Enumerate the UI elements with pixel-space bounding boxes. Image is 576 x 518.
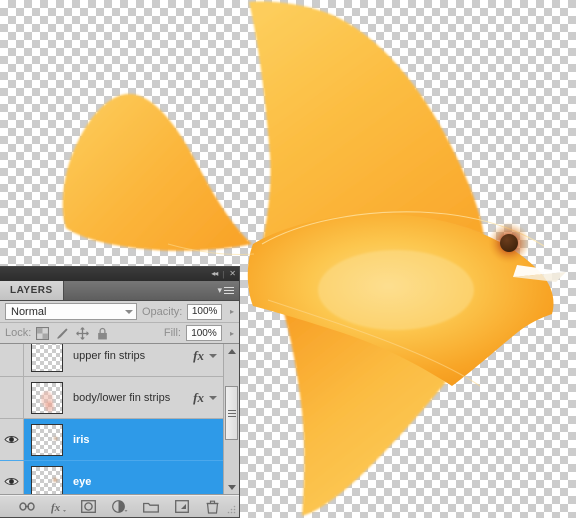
panel-menu-caret: ▾ bbox=[217, 285, 222, 295]
panel-menu-icon bbox=[224, 285, 234, 296]
panel-titlebar: ◂◂ | ✕ bbox=[0, 267, 239, 281]
blend-mode-row: Normal Opacity: 100% ▸ bbox=[0, 301, 239, 323]
layer-effects-icon: fx bbox=[193, 389, 204, 405]
chevron-down-icon bbox=[125, 309, 133, 314]
body-highlight bbox=[318, 250, 474, 330]
collapse-panel-icon[interactable]: ◂◂ bbox=[211, 270, 218, 278]
scrollbar-track[interactable] bbox=[224, 358, 239, 480]
eye-visibility-icon[interactable] bbox=[4, 476, 19, 487]
layer-row-upper-fin-strips[interactable]: upper fin strips fx bbox=[0, 344, 223, 377]
opacity-label: Opacity: bbox=[142, 305, 183, 318]
blend-mode-value: Normal bbox=[11, 305, 47, 318]
add-layer-style-button[interactable]: fx bbox=[50, 499, 66, 515]
delete-layer-button[interactable] bbox=[205, 499, 221, 515]
tab-layers[interactable]: LAYERS bbox=[0, 281, 64, 300]
layer-thumbnail[interactable] bbox=[31, 465, 63, 494]
layer-rows-container: upper fin strips fx body/lower fin strip… bbox=[0, 344, 223, 494]
panel-menu-button[interactable]: ▾ bbox=[217, 281, 239, 300]
layer-thumbnail[interactable] bbox=[31, 423, 63, 456]
layer-visibility-cell[interactable] bbox=[0, 419, 24, 460]
chevron-down-icon[interactable] bbox=[209, 395, 217, 400]
dorsal-fin-shape bbox=[249, 1, 484, 245]
tab-layers-label: LAYERS bbox=[10, 285, 53, 296]
photoshop-workspace: ◂◂ | ✕ LAYERS ▾ Normal Opacity: 100% ▸ L… bbox=[0, 0, 576, 518]
titlebar-separator: | bbox=[222, 269, 225, 279]
link-layers-button[interactable] bbox=[18, 499, 35, 515]
opacity-input[interactable]: 100% bbox=[187, 303, 222, 320]
layer-fx-cell[interactable]: fx bbox=[193, 390, 223, 406]
new-adjustment-layer-button[interactable] bbox=[111, 499, 128, 515]
lock-icon-group bbox=[36, 326, 109, 340]
layer-row-eye[interactable]: eye bbox=[0, 461, 223, 494]
tail-fin-shape bbox=[62, 93, 252, 251]
chevron-down-icon[interactable] bbox=[209, 353, 217, 358]
layer-list: upper fin strips fx body/lower fin strip… bbox=[0, 344, 239, 495]
layer-row-body-lower-fin-strips[interactable]: body/lower fin strips fx bbox=[0, 377, 223, 419]
panel-resize-grip-icon[interactable] bbox=[227, 505, 236, 514]
layer-name-label: upper fin strips bbox=[73, 349, 146, 362]
svg-text:fx: fx bbox=[51, 502, 61, 514]
lock-label: Lock: bbox=[5, 327, 32, 339]
add-layer-mask-button[interactable] bbox=[81, 499, 97, 515]
layer-list-scrollbar[interactable] bbox=[223, 344, 239, 494]
layer-effects-icon: fx bbox=[193, 347, 204, 363]
eye-pupil bbox=[500, 234, 518, 252]
layer-visibility-cell[interactable] bbox=[0, 377, 24, 418]
layer-name-label: eye bbox=[73, 475, 92, 488]
layer-name-label: body/lower fin strips bbox=[73, 391, 171, 404]
opacity-value: 100% bbox=[191, 306, 218, 317]
layer-visibility-cell[interactable] bbox=[0, 461, 24, 494]
close-panel-icon[interactable]: ✕ bbox=[229, 270, 236, 278]
new-layer-button[interactable] bbox=[174, 499, 190, 515]
layer-thumbnail[interactable] bbox=[31, 344, 63, 372]
lock-row: Lock: Fill: 100% ▸ bbox=[0, 323, 239, 344]
blend-mode-select[interactable]: Normal bbox=[5, 303, 137, 320]
layers-panel-footer: fx bbox=[0, 495, 239, 517]
lock-transparent-pixels-icon[interactable] bbox=[36, 326, 50, 340]
fill-stepper-icon[interactable]: ▸ bbox=[227, 329, 234, 338]
opacity-stepper-icon[interactable]: ▸ bbox=[227, 307, 234, 316]
layer-name-label: iris bbox=[73, 433, 90, 446]
fill-label: Fill: bbox=[163, 327, 181, 339]
scroll-down-button[interactable] bbox=[227, 480, 236, 494]
layer-thumbnail[interactable] bbox=[31, 381, 63, 414]
lock-image-pixels-icon[interactable] bbox=[56, 327, 69, 340]
new-group-button[interactable] bbox=[142, 499, 159, 515]
scrollbar-thumb[interactable] bbox=[225, 386, 238, 440]
layers-panel: ◂◂ | ✕ LAYERS ▾ Normal Opacity: 100% ▸ L… bbox=[0, 266, 240, 518]
lock-all-icon[interactable] bbox=[96, 327, 109, 340]
scroll-up-button[interactable] bbox=[227, 344, 236, 358]
scrollbar-grip-icon bbox=[227, 408, 236, 419]
panel-tab-row: LAYERS ▾ bbox=[0, 281, 239, 301]
lock-position-icon[interactable] bbox=[76, 326, 90, 340]
layer-fx-cell[interactable]: fx bbox=[193, 348, 223, 364]
fill-input[interactable]: 100% bbox=[185, 325, 222, 341]
fill-value: 100% bbox=[191, 327, 217, 339]
layer-visibility-cell[interactable] bbox=[0, 344, 24, 376]
eye-visibility-icon[interactable] bbox=[4, 434, 19, 445]
layer-row-iris[interactable]: iris bbox=[0, 419, 223, 461]
